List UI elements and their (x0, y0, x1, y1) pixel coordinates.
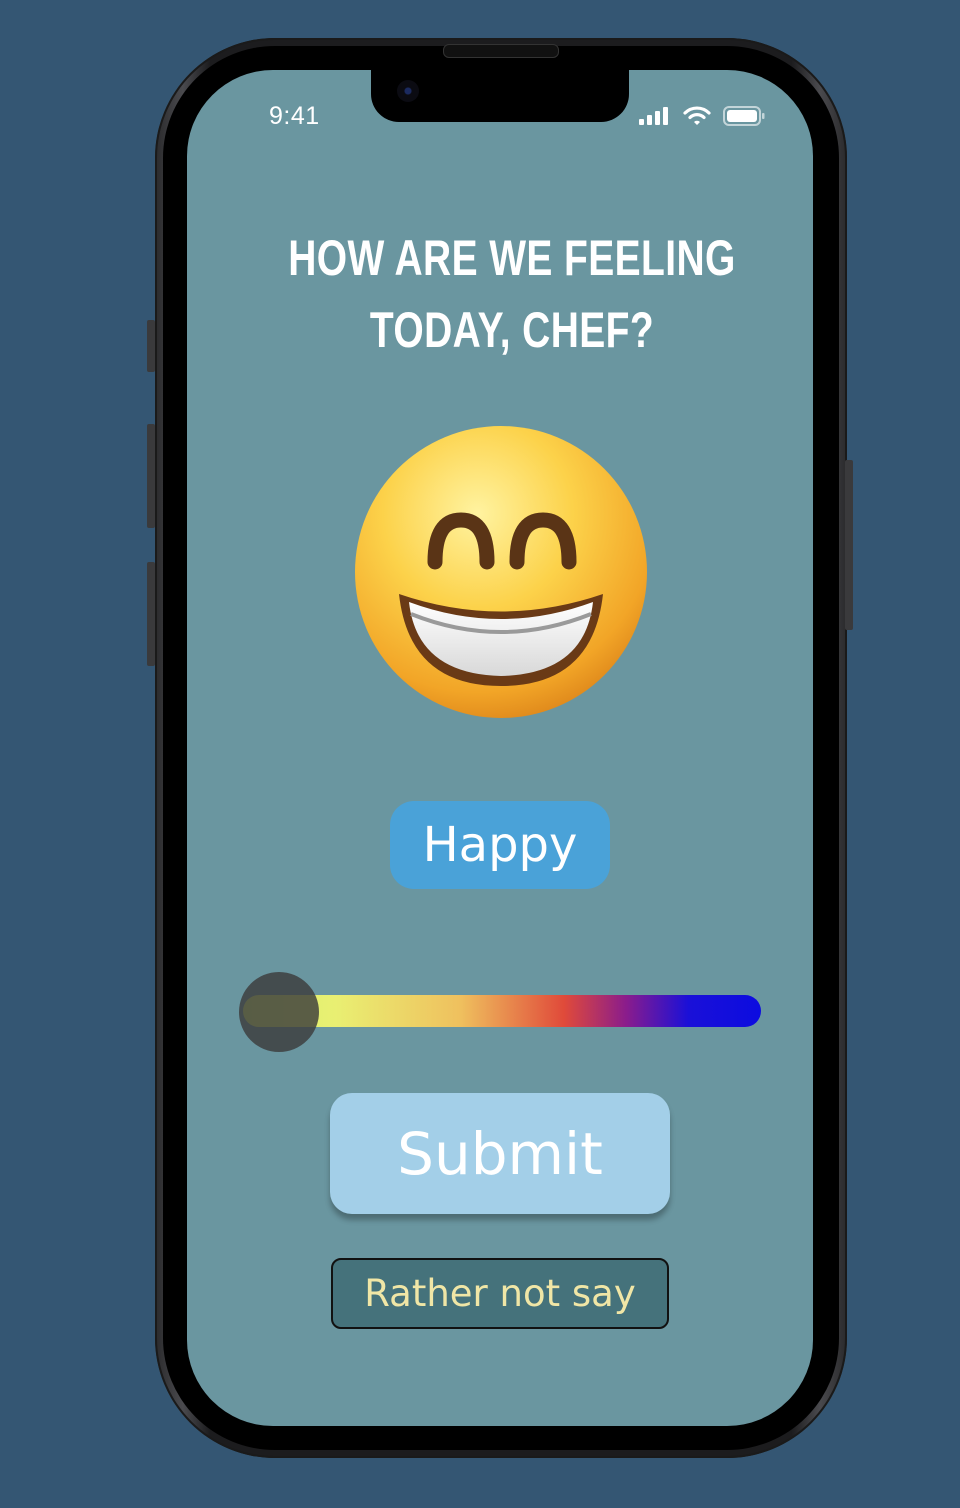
title-line-1: HOW ARE WE FEELING (288, 230, 736, 286)
volume-down-button (147, 562, 155, 666)
title-line-2: TODAY, CHEF? (369, 302, 655, 358)
status-time: 9:41 (269, 102, 320, 130)
action-button (147, 320, 155, 372)
wifi-icon (683, 106, 711, 125)
camera-icon (397, 80, 419, 102)
phone-screen: 9:41 HOW ARE WE FEELING TODAY, CHEF? Hap… (187, 70, 813, 1426)
grinning-face-with-smiling-eyes-icon (355, 426, 647, 718)
rather-not-say-button[interactable]: Rather not say (331, 1258, 669, 1329)
cellular-signal-icon (639, 107, 668, 125)
power-button (845, 460, 853, 630)
mood-slider-thumb[interactable] (239, 972, 319, 1052)
battery-icon (723, 106, 765, 126)
page-title: HOW ARE WE FEELING TODAY, CHEF? (259, 222, 766, 366)
earpiece-speaker (443, 44, 559, 58)
status-icons (639, 106, 765, 126)
notch (371, 70, 629, 122)
submit-button[interactable]: Submit (330, 1093, 670, 1214)
volume-up-button (147, 424, 155, 528)
mood-slider-track[interactable] (243, 995, 761, 1027)
mood-label-chip: Happy (390, 801, 610, 889)
